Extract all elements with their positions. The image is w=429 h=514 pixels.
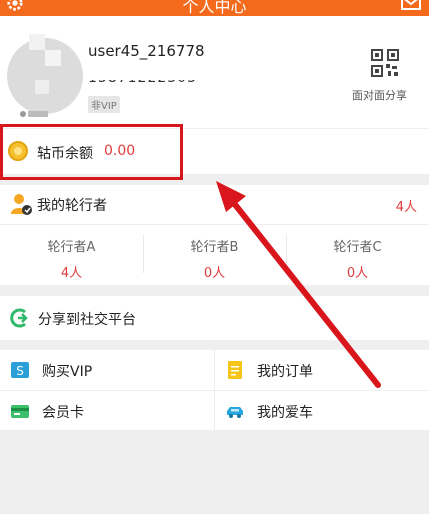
rider-level-count: 4人 xyxy=(60,266,83,281)
member-card-button[interactable]: 会员卡 xyxy=(0,391,214,431)
profile-card[interactable]: user45_216778 15871222303 非VIP 面对面分享 xyxy=(0,16,429,128)
share-icon xyxy=(10,308,28,328)
page-title: 个人中心 xyxy=(182,0,247,16)
share-label: 分享到社交平台 xyxy=(38,312,136,328)
grid-divider xyxy=(214,350,215,430)
vip-card-icon: S xyxy=(11,362,29,378)
my-riders-title: 我的轮行者 xyxy=(37,198,107,214)
rider-level-count: 0人 xyxy=(346,266,369,281)
svg-text:S: S xyxy=(16,364,24,378)
avatar[interactable] xyxy=(5,30,85,122)
my-riders-header[interactable]: 我的轮行者 4人 xyxy=(0,185,429,225)
buy-vip-button[interactable]: S 购买VIP xyxy=(0,350,214,390)
vip-status-badge: 非VIP xyxy=(88,96,120,113)
qr-code-icon[interactable] xyxy=(371,49,399,77)
top-bar: 个人中心 xyxy=(0,0,429,16)
order-document-icon xyxy=(228,361,242,379)
share-social-row[interactable]: 分享到社交平台 xyxy=(0,296,429,340)
rider-level-count: 0人 xyxy=(203,266,226,281)
member-card-icon xyxy=(11,405,29,418)
my-car-button[interactable]: 我的爱车 xyxy=(215,391,429,431)
my-riders-count: 4人 xyxy=(395,200,417,215)
annotation-highlight-box xyxy=(0,124,183,180)
qr-share-label[interactable]: 面对面分享 xyxy=(352,87,407,103)
rider-level-name: 轮行者A xyxy=(47,240,96,255)
rider-level-c[interactable]: 轮行者C 0人 xyxy=(286,225,429,282)
person-icon xyxy=(11,194,32,215)
menu-grid: S 购买VIP 我的订单 会员卡 我的爱车 xyxy=(0,350,429,430)
car-icon xyxy=(227,407,243,418)
rider-level-a[interactable]: 轮行者A 4人 xyxy=(0,225,143,282)
rider-level-name: 轮行者C xyxy=(333,240,382,255)
phone-number-row: 15871222303 xyxy=(88,68,218,88)
my-orders-label: 我的订单 xyxy=(257,364,313,380)
buy-vip-label: 购买VIP xyxy=(42,364,93,380)
username: user45_216778 xyxy=(88,42,205,60)
rider-level-name: 轮行者B xyxy=(190,240,239,255)
member-card-label: 会员卡 xyxy=(42,405,84,421)
my-riders-section: 我的轮行者 4人 轮行者A 4人 轮行者B 0人 轮行者C 0人 xyxy=(0,185,429,285)
rider-level-b[interactable]: 轮行者B 0人 xyxy=(143,225,286,282)
my-car-label: 我的爱车 xyxy=(257,405,313,421)
message-icon[interactable] xyxy=(401,0,421,10)
my-orders-button[interactable]: 我的订单 xyxy=(215,350,429,390)
